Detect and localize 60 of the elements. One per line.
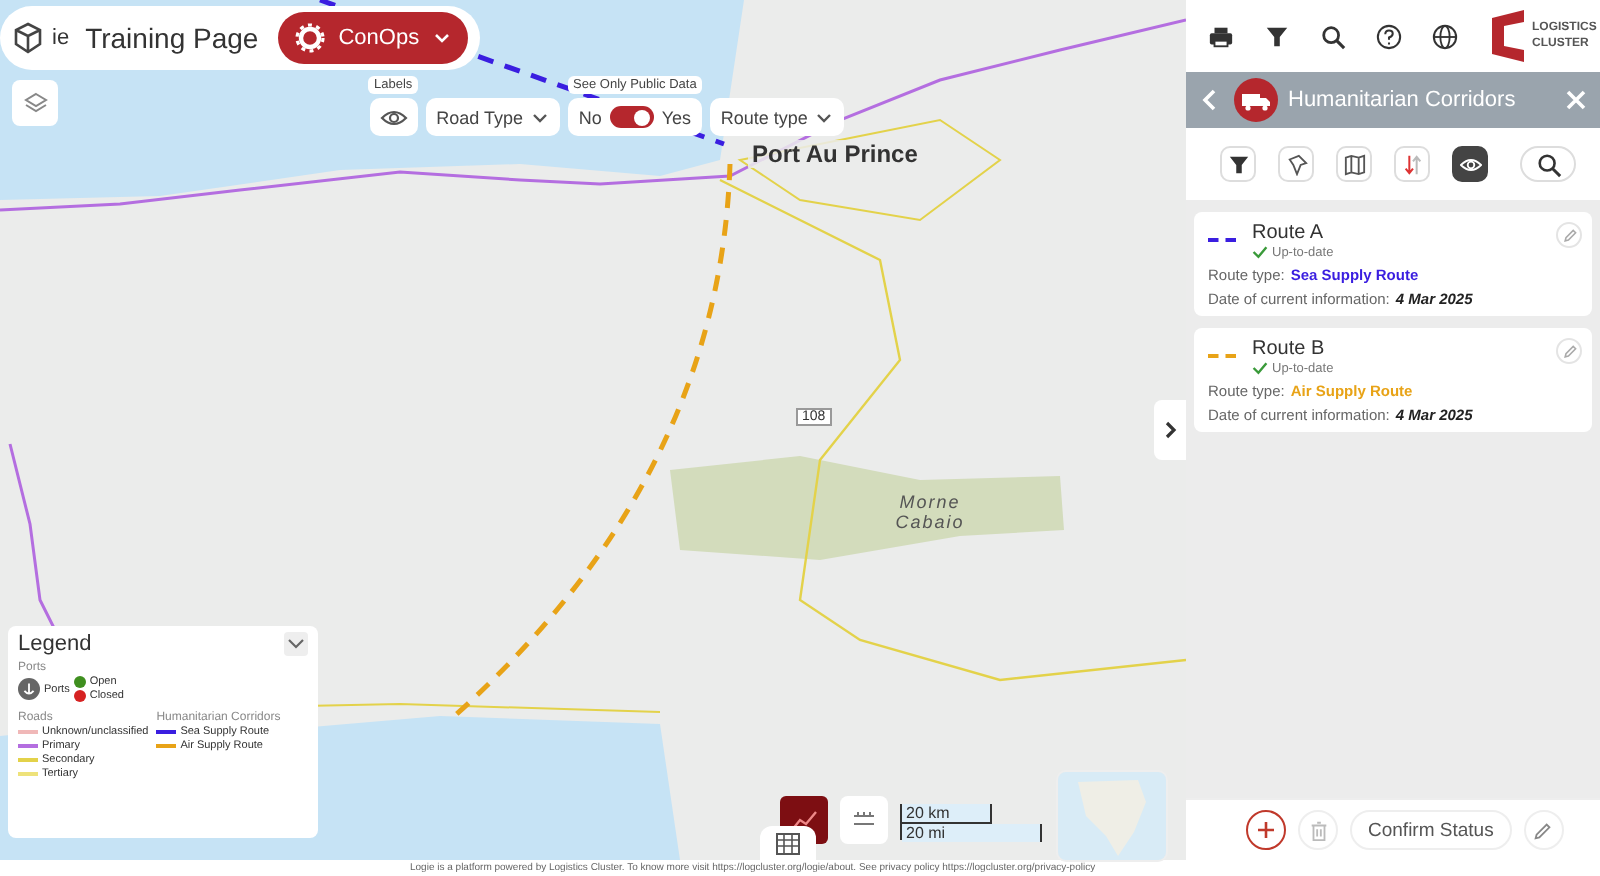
filter-icon	[1263, 23, 1289, 49]
filter-icon	[1227, 153, 1249, 175]
truck-icon	[1234, 78, 1278, 122]
search-icon	[1535, 151, 1561, 177]
printer-icon	[1207, 23, 1233, 49]
measure-button[interactable]	[840, 796, 888, 844]
logo-icon	[1488, 10, 1528, 62]
confirm-status-button[interactable]: Confirm Status	[1350, 810, 1512, 850]
filter-tool-button[interactable]	[1220, 146, 1256, 182]
eye-icon	[1459, 153, 1481, 175]
map-label: Port Au Prince	[748, 140, 922, 168]
collapse-button[interactable]	[284, 632, 308, 656]
map-label: Morne Cabaio	[893, 492, 967, 532]
help-icon	[1375, 23, 1401, 49]
route-name: Route A	[1252, 222, 1326, 244]
conops-dropdown[interactable]: ConOps	[278, 12, 468, 64]
route-type-dropdown[interactable]: Route type	[710, 98, 844, 136]
check-icon	[1252, 360, 1268, 376]
table-icon	[774, 829, 802, 857]
route-name: Route B	[1252, 338, 1327, 360]
eye-tool-button[interactable]	[1452, 146, 1488, 182]
search-icon	[1319, 23, 1345, 49]
search-button[interactable]	[1520, 146, 1576, 182]
chevron-right-icon	[1160, 420, 1180, 440]
table-button[interactable]	[760, 826, 816, 860]
map-icon	[1343, 153, 1365, 175]
public-data-switch[interactable]	[609, 106, 654, 128]
check-icon	[1252, 244, 1268, 260]
edit-button[interactable]	[1523, 810, 1564, 850]
layers-button[interactable]	[12, 80, 58, 126]
pencil-icon	[1561, 343, 1577, 359]
layers-icon	[21, 89, 49, 117]
pencil-icon	[1561, 227, 1577, 243]
scale-label: 20 mi	[902, 824, 1042, 842]
plus-icon	[1256, 820, 1276, 840]
panel-title: Humanitarian Corridors	[1288, 88, 1518, 112]
anchor-icon	[18, 678, 40, 700]
on-label: Yes	[661, 107, 692, 127]
globe-icon	[1431, 23, 1457, 49]
caret-icon	[431, 28, 452, 48]
gear-icon	[294, 22, 327, 54]
sort-tool-button[interactable]	[1394, 146, 1430, 182]
labels-toggle-button[interactable]	[369, 98, 418, 136]
add-button[interactable]	[1246, 810, 1286, 850]
pin-icon	[1285, 153, 1307, 175]
logo-text: ie	[52, 26, 70, 50]
cube-icon	[12, 22, 44, 54]
trash-icon	[1307, 819, 1329, 841]
chevron-down-icon	[286, 634, 306, 654]
sort-icon	[1401, 153, 1423, 175]
map-tool-button[interactable]	[1336, 146, 1372, 182]
pencil-icon	[1532, 819, 1555, 841]
pin-tool-button[interactable]	[1278, 146, 1314, 182]
road-type-dropdown[interactable]: Road Type	[426, 98, 560, 136]
close-icon	[1564, 88, 1588, 112]
off-label: No	[578, 107, 602, 127]
scale-label: 20 km	[902, 804, 992, 824]
legend-title: Legend	[18, 632, 92, 656]
page-title: Training Page	[85, 22, 259, 54]
expand-button[interactable]	[1154, 400, 1186, 460]
